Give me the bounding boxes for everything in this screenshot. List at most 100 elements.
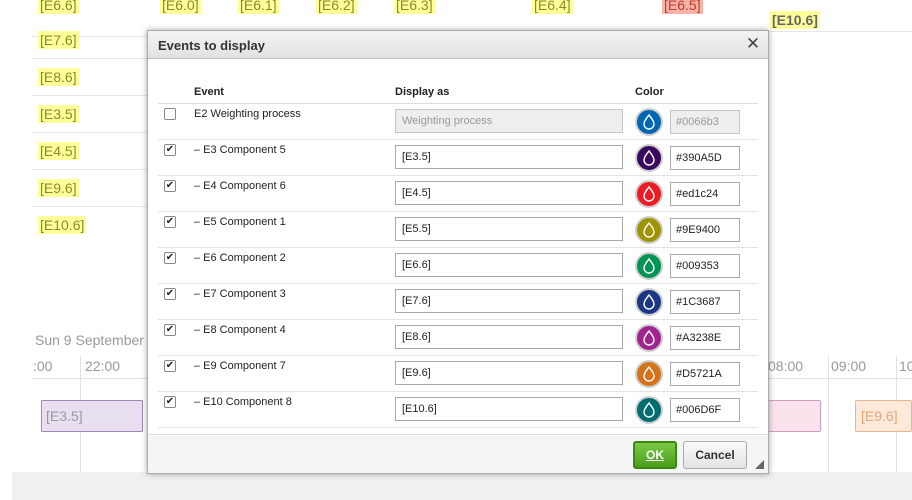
time-label: 08:00 (768, 358, 804, 374)
row-color-cell (635, 247, 758, 284)
color-hex-input[interactable] (670, 397, 740, 422)
row-display-cell (395, 103, 635, 140)
row-display-cell (395, 319, 635, 356)
display-as-input[interactable] (395, 397, 623, 421)
event-tag[interactable]: [E4.5] (38, 142, 79, 160)
event-tag[interactable]: [E6.5] (662, 0, 703, 14)
row-event-cell: – E5 Component 1 (194, 211, 395, 248)
row-event-cell: – E10 Component 8 (194, 391, 395, 428)
row-checkbox-cell (158, 103, 194, 140)
droplet-icon (643, 365, 655, 382)
header-event: Event (194, 82, 395, 104)
color-hex-input (670, 109, 740, 134)
row-event-cell: – E9 Component 7 (194, 355, 395, 392)
event-tag[interactable]: [E6.1] (238, 0, 279, 14)
event-tag[interactable]: [E6.4] (532, 0, 573, 14)
event-tag[interactable]: [E8.6] (38, 68, 79, 86)
resize-grip-icon[interactable] (755, 460, 764, 469)
event-checkbox[interactable]: ✔ (164, 287, 176, 300)
dialog-titlebar[interactable]: Events to display ✕ (148, 31, 768, 59)
event-tag[interactable]: [E9.6] (38, 179, 79, 197)
color-hex-input[interactable] (670, 361, 740, 386)
events-table: Event Display as Color E2 Weighting proc… (158, 82, 758, 428)
display-as-input (395, 109, 623, 133)
event-checkbox[interactable]: ✔ (164, 251, 176, 264)
display-as-input[interactable] (395, 217, 623, 241)
color-swatch-button[interactable] (635, 179, 663, 208)
event-tag[interactable]: [E3.5] (38, 105, 79, 123)
row-display-cell (395, 391, 635, 428)
color-swatch-button[interactable] (635, 107, 663, 136)
row-color-cell (635, 211, 758, 248)
time-label: 10 (899, 358, 912, 374)
color-swatch-button[interactable] (635, 287, 663, 316)
row-checkbox-cell: ✔ (158, 355, 194, 392)
cancel-button[interactable]: Cancel (683, 441, 747, 469)
color-swatch-button[interactable] (635, 323, 663, 352)
color-swatch-button[interactable] (635, 215, 663, 244)
color-hex-input[interactable] (670, 289, 740, 314)
row-checkbox-cell: ✔ (158, 391, 194, 428)
color-hex-input[interactable] (670, 325, 740, 350)
display-as-input[interactable] (395, 325, 623, 349)
color-swatch-button[interactable] (635, 143, 663, 172)
event-checkbox[interactable]: ✔ (164, 359, 176, 372)
row-color-cell (635, 355, 758, 392)
event-tag[interactable]: [E6.6] (38, 0, 79, 14)
color-swatch-button[interactable] (635, 251, 663, 280)
row-event-cell: – E8 Component 4 (194, 319, 395, 356)
display-as-input[interactable] (395, 289, 623, 313)
event-checkbox[interactable]: ✔ (164, 179, 176, 192)
color-hex-input[interactable] (670, 253, 740, 278)
table-row: ✔ – E7 Component 3 (158, 283, 758, 320)
row-checkbox-cell: ✔ (158, 283, 194, 320)
header-checkbox-col (158, 82, 194, 104)
time-gridline (828, 356, 829, 472)
timeline-event[interactable]: [E9.6] (855, 400, 912, 432)
event-checkbox[interactable]: ✔ (164, 323, 176, 336)
calendar-row (768, 0, 912, 32)
event-checkbox[interactable]: ✔ (164, 215, 176, 228)
ok-button[interactable]: OK (633, 441, 677, 469)
row-color-cell (635, 283, 758, 320)
color-swatch-button[interactable] (635, 395, 663, 424)
row-display-cell (395, 355, 635, 392)
droplet-icon (643, 401, 655, 418)
table-row: E2 Weighting process (158, 103, 758, 140)
color-hex-input[interactable] (670, 145, 740, 170)
event-name: – E6 Component 2 (194, 251, 286, 264)
color-swatch-button[interactable] (635, 359, 663, 388)
table-row: ✔ – E3 Component 5 (158, 139, 758, 176)
event-tag[interactable]: [E6.2] (316, 0, 357, 14)
footer-bar (12, 472, 912, 500)
close-icon[interactable]: ✕ (745, 35, 761, 52)
display-as-input[interactable] (395, 253, 623, 277)
row-display-cell (395, 247, 635, 284)
droplet-icon (643, 329, 655, 346)
event-name: – E5 Component 1 (194, 215, 286, 228)
event-checkbox[interactable] (164, 107, 176, 120)
event-checkbox[interactable]: ✔ (164, 395, 176, 408)
row-event-cell: – E6 Component 2 (194, 247, 395, 284)
color-hex-input[interactable] (670, 181, 740, 206)
display-as-input[interactable] (395, 181, 623, 205)
event-tag[interactable]: [E10.6] (38, 216, 87, 234)
event-tag[interactable]: [E6.3] (394, 0, 435, 14)
row-color-cell (635, 103, 758, 140)
row-event-cell: – E3 Component 5 (194, 139, 395, 176)
display-as-input[interactable] (395, 361, 623, 385)
dialog-button-bar: OK Cancel (148, 436, 768, 473)
header-display-as: Display as (395, 82, 635, 104)
event-checkbox[interactable]: ✔ (164, 143, 176, 156)
event-tag[interactable]: [E6.0] (160, 0, 201, 14)
event-name: – E7 Component 3 (194, 287, 286, 300)
header-color: Color (635, 82, 758, 104)
table-row: ✔ – E10 Component 8 (158, 391, 758, 428)
color-hex-input[interactable] (670, 217, 740, 242)
event-tag[interactable]: [E7.6] (38, 31, 79, 49)
timeline-event[interactable]: [E3.5] (41, 400, 143, 432)
row-checkbox-cell: ✔ (158, 139, 194, 176)
display-as-input[interactable] (395, 145, 623, 169)
table-row: ✔ – E6 Component 2 (158, 247, 758, 284)
timeline-event[interactable] (768, 400, 821, 432)
